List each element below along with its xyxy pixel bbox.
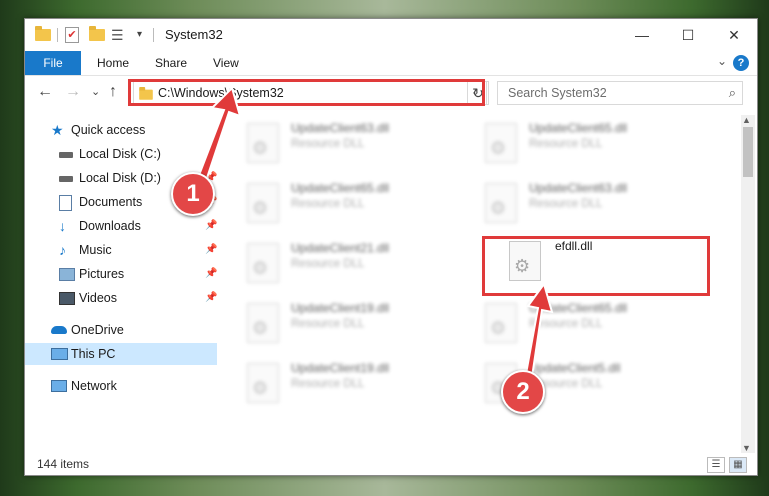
step-2-callout: 2: [501, 370, 545, 414]
arrow-to-efdll: [524, 281, 554, 379]
step-1-callout: 1: [171, 172, 215, 216]
arrow-to-address-bar: [194, 86, 242, 189]
annotation-arrows: [194, 86, 554, 379]
